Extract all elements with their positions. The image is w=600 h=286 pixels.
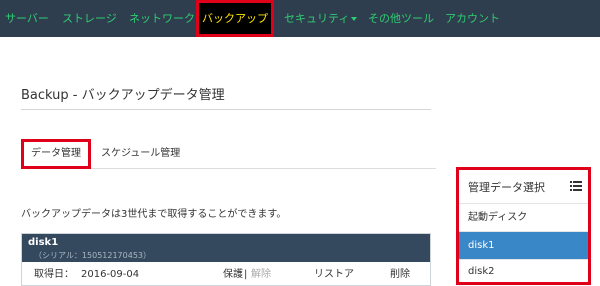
nav-item-security-label: セキュリティ xyxy=(284,12,350,25)
protect-button[interactable]: 保護 xyxy=(223,262,243,286)
side-item-disk1[interactable]: disk1 xyxy=(459,232,588,259)
tab-data-management[interactable]: データ管理 xyxy=(21,139,91,169)
info-text: バックアップデータは3世代まで取得することができます。 xyxy=(21,209,287,220)
date-label: 取得日： xyxy=(34,269,74,280)
delete-button[interactable]: 削除 xyxy=(390,262,410,286)
nav-item-server[interactable]: サーバー xyxy=(5,0,49,37)
nav-item-account[interactable]: アカウント xyxy=(445,0,500,37)
disk-panel-header: disk1 （シリアル：150512170453） xyxy=(22,234,430,262)
side-item-disk2[interactable]: disk2 xyxy=(459,258,588,285)
title-divider xyxy=(21,109,431,110)
backup-row: 取得日： 2016-09-04 保護 | 解除 リストア 削除 xyxy=(22,262,430,286)
data-select-panel-header: 管理データ選択 xyxy=(459,170,588,204)
list-icon xyxy=(570,181,582,191)
caret-down-icon xyxy=(351,17,358,21)
date-value: 2016-09-04 xyxy=(81,269,140,280)
disk-panel: disk1 （シリアル：150512170453） 取得日： 2016-09-0… xyxy=(21,233,431,286)
nav-item-other-tools[interactable]: その他ツール xyxy=(368,0,434,37)
disk-name: disk1 xyxy=(28,237,59,248)
unprotect-button[interactable]: 解除 xyxy=(251,262,271,286)
nav-item-security[interactable]: セキュリティ xyxy=(284,0,358,37)
nav-item-backup[interactable]: バックアップ xyxy=(196,0,274,37)
action-separator: | xyxy=(244,269,248,280)
nav-item-storage[interactable]: ストレージ xyxy=(62,0,117,37)
data-select-panel-title: 管理データ選択 xyxy=(468,181,545,194)
restore-button[interactable]: リストア xyxy=(314,262,354,286)
data-select-panel: 管理データ選択 起動ディスク disk1 disk2 xyxy=(456,167,591,285)
page-title: Backup - バックアップデータ管理 xyxy=(21,88,225,103)
side-item-boot-disk[interactable]: 起動ディスク xyxy=(459,204,588,231)
nav-item-network[interactable]: ネットワーク xyxy=(129,0,195,37)
top-navbar: サーバー ストレージ ネットワーク バックアップ セキュリティ その他ツール ア… xyxy=(0,0,600,37)
disk-serial: （シリアル：150512170453） xyxy=(34,251,151,260)
tab-schedule-management[interactable]: スケジュール管理 xyxy=(101,139,180,169)
